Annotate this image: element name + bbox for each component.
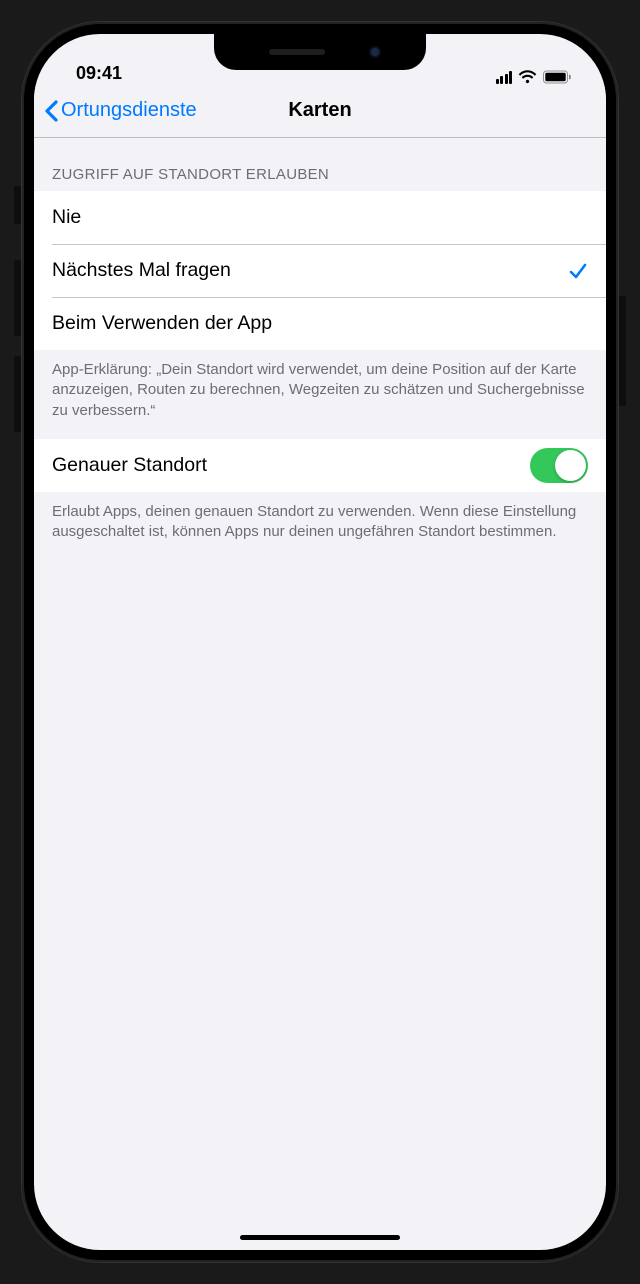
- status-time: 09:41: [70, 63, 122, 84]
- wifi-icon: [518, 70, 537, 84]
- option-while-using[interactable]: Beim Verwenden der App: [34, 297, 606, 350]
- precise-location-list: Genauer Standort: [34, 439, 606, 492]
- cellular-icon: [496, 71, 513, 84]
- silence-switch: [14, 186, 22, 224]
- battery-icon: [543, 70, 572, 84]
- speaker-grille: [269, 49, 325, 55]
- precise-location-label: Genauer Standort: [52, 454, 207, 477]
- home-indicator[interactable]: [240, 1235, 400, 1241]
- volume-down-button: [14, 356, 22, 432]
- option-label: Beim Verwenden der App: [52, 312, 272, 335]
- page-title: Karten: [288, 99, 351, 122]
- power-button: [618, 296, 626, 406]
- section-header-location-access: ZUGRIFF AUF STANDORT ERLAUBEN: [34, 138, 606, 191]
- section-footer-precise: Erlaubt Apps, deinen genauen Standort zu…: [34, 492, 606, 561]
- option-never[interactable]: Nie: [34, 191, 606, 244]
- back-button[interactable]: Ortungsdienste: [44, 99, 197, 122]
- front-camera: [369, 46, 381, 58]
- precise-location-row[interactable]: Genauer Standort: [34, 439, 606, 492]
- checkmark-icon: [568, 261, 588, 281]
- back-label: Ortungsdienste: [61, 99, 197, 122]
- notch: [214, 34, 426, 70]
- chevron-left-icon: [44, 100, 58, 122]
- option-ask-next-time[interactable]: Nächstes Mal fragen: [34, 244, 606, 297]
- navigation-bar: Ortungsdienste Karten: [34, 84, 606, 138]
- location-access-list: Nie Nächstes Mal fragen Beim Verwenden d…: [34, 191, 606, 350]
- device-mockup: 09:41 Ortungsdienste Karten ZUGRIFF AUF: [0, 0, 640, 1284]
- precise-location-toggle[interactable]: [530, 448, 588, 483]
- volume-up-button: [14, 260, 22, 336]
- option-label: Nächstes Mal fragen: [52, 259, 231, 282]
- section-footer-explanation: App-Erklärung: „Dein Standort wird verwe…: [34, 350, 606, 439]
- toggle-knob: [555, 450, 586, 481]
- status-indicators: [496, 70, 579, 84]
- screen: 09:41 Ortungsdienste Karten ZUGRIFF AUF: [34, 34, 606, 1250]
- phone-frame: 09:41 Ortungsdienste Karten ZUGRIFF AUF: [22, 22, 618, 1262]
- option-label: Nie: [52, 206, 81, 229]
- content: ZUGRIFF AUF STANDORT ERLAUBEN Nie Nächst…: [34, 138, 606, 560]
